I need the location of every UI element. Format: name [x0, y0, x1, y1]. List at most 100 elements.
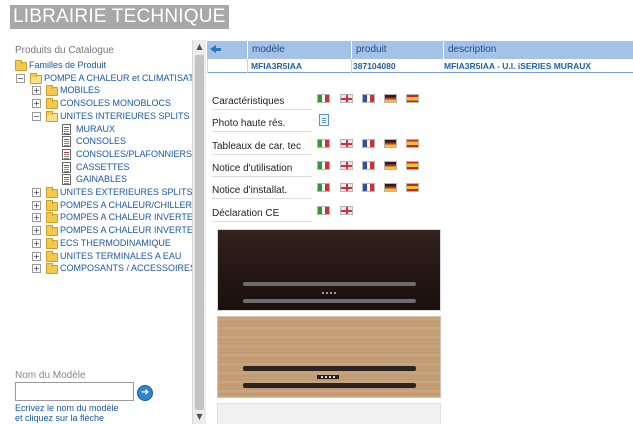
france-flag-icon[interactable]	[362, 160, 375, 170]
uk-flag-icon[interactable]	[340, 183, 353, 193]
tree-item-label[interactable]: Familles de Produit	[29, 59, 106, 72]
uk-flag-icon[interactable]	[340, 138, 353, 148]
italy-flag-icon[interactable]	[317, 138, 330, 148]
catalog-scrollbar[interactable]: ▲ ▼	[192, 40, 206, 424]
scroll-down-icon[interactable]: ▼	[193, 410, 206, 424]
document-label: Déclaration CE	[212, 207, 280, 219]
tree-item-label[interactable]: ECS THERMODINAMIQUE	[60, 237, 171, 250]
document-label: Caractéristiques	[212, 96, 285, 107]
document-label: Tableaux de car. tec	[212, 140, 301, 152]
spain-flag-icon[interactable]	[406, 138, 419, 148]
vent-louver	[243, 282, 416, 286]
folder-icon	[46, 85, 58, 97]
france-flag-icon[interactable]	[362, 94, 375, 103]
expand-icon[interactable]: +	[32, 200, 41, 210]
tree-item-label[interactable]: CASSETTES	[76, 161, 130, 174]
document-row: Caractéristiques	[207, 90, 633, 112]
france-flag-icon[interactable]	[362, 138, 375, 148]
document-row: Tableaux de car. tec	[207, 135, 633, 157]
germany-flag-icon[interactable]	[384, 94, 397, 103]
uk-flag-icon[interactable]	[340, 160, 353, 170]
row-separator	[207, 59, 208, 73]
spain-flag-icon[interactable]	[406, 183, 419, 193]
germany-flag-icon[interactable]	[384, 160, 397, 170]
document-label: Notice d'utilisation	[212, 162, 293, 174]
tree-item-label[interactable]: POMPES A CHALEUR INVERTER	[60, 211, 192, 224]
expand-icon[interactable]: +	[32, 86, 41, 96]
tree-item-label[interactable]: POMPES A CHALEUR/CHILLERS	[60, 199, 192, 212]
italy-flag-icon[interactable]	[317, 205, 330, 215]
model-search-input[interactable]	[15, 382, 134, 401]
row-product[interactable]: 387104080	[353, 59, 396, 73]
document-row: Notice d'installat.	[207, 179, 633, 201]
row-divider	[212, 109, 312, 110]
document-icon	[62, 123, 71, 135]
product-photo-black	[217, 229, 441, 311]
spain-flag-icon[interactable]	[406, 94, 419, 103]
expand-icon[interactable]: +	[32, 213, 41, 223]
scroll-up-icon[interactable]: ▲	[193, 40, 206, 54]
uk-flag-icon[interactable]	[340, 94, 353, 103]
column-description[interactable]: description	[443, 41, 633, 59]
file-icon[interactable]	[319, 114, 329, 127]
tree-item-label[interactable]: COMPOSANTS / ACCESSOIRES	[60, 262, 192, 275]
tree-item-label[interactable]: CONSOLES	[76, 135, 126, 148]
vent-louver	[243, 366, 416, 371]
scrollbar-thumb[interactable]	[195, 55, 204, 410]
tree-item-label[interactable]: UNITES EXTERIEURES SPLITS	[60, 186, 192, 199]
italy-flag-icon[interactable]	[317, 183, 330, 193]
expand-icon[interactable]: +	[32, 99, 41, 109]
folder-icon	[46, 250, 58, 262]
row-separator	[351, 59, 352, 73]
arrow-left-icon[interactable]	[207, 41, 247, 59]
row-separator	[247, 59, 248, 73]
folder-icon	[15, 60, 27, 71]
row-divider	[212, 220, 312, 222]
folder-icon	[46, 98, 58, 110]
result-row[interactable]: MFIA3R5IAA 387104080 MFIA3R5IAA - U.I. i…	[207, 59, 633, 73]
tree-item-label[interactable]: CONSOLES MONOBLOCS	[60, 97, 171, 110]
column-model[interactable]: modèle	[247, 41, 351, 59]
expand-icon[interactable]: +	[32, 188, 41, 197]
folder-icon	[46, 199, 58, 211]
france-flag-icon[interactable]	[362, 183, 375, 193]
app-root: LIBRAIRIE TECHNIQUE Produits du Catalogu…	[0, 0, 633, 424]
folder-icon	[46, 225, 58, 237]
collapse-icon[interactable]: −	[32, 111, 41, 121]
germany-flag-icon[interactable]	[384, 183, 397, 193]
tree-item-label[interactable]: MOBILES	[60, 84, 100, 97]
italy-flag-icon[interactable]	[317, 94, 330, 103]
germany-flag-icon[interactable]	[384, 138, 397, 148]
arrow-right-circle-icon[interactable]: ➜	[137, 385, 153, 401]
model-help-text: Ecrivez le nom du modèle et cliquez sur …	[15, 403, 185, 423]
vent-louver	[243, 299, 416, 303]
tree-item-label[interactable]: CONSOLES/PLAFONNIERS	[76, 148, 192, 161]
collapse-icon[interactable]: −	[16, 73, 25, 83]
help-line-2: et cliquez sur la flèche	[15, 413, 105, 423]
results-header: modèle produit description	[207, 41, 633, 59]
expand-icon[interactable]: +	[32, 226, 41, 236]
app-title: LIBRAIRIE TECHNIQUE	[10, 5, 229, 29]
tree-item-label[interactable]: POMPE A CHALEUR et CLIMATISATION	[44, 72, 192, 85]
italy-flag-icon[interactable]	[317, 160, 330, 170]
document-row: Déclaration CE	[207, 202, 633, 224]
row-description[interactable]: MFIA3R5IAA - U.I. iSERIES MURAUX	[444, 59, 591, 73]
catalog-heading: Produits du Catalogue	[15, 45, 114, 56]
help-line-1: Ecrivez le nom du modèle	[15, 403, 119, 413]
spain-flag-icon[interactable]	[406, 160, 419, 170]
uk-flag-icon[interactable]	[340, 205, 353, 215]
expand-icon[interactable]: +	[32, 264, 41, 274]
column-product[interactable]: produit	[351, 41, 443, 59]
tree-item-label[interactable]: UNITES INTERIEURES SPLITS	[60, 110, 190, 123]
expand-icon[interactable]: +	[32, 251, 41, 261]
tree-item-label[interactable]: GAINABLES	[76, 173, 127, 186]
row-model[interactable]: MFIA3R5IAA	[251, 59, 302, 73]
tree-item-label[interactable]: UNITES TERMINALES A EAU	[60, 250, 181, 263]
folder-open-icon	[46, 110, 58, 122]
document-label: Photo haute rés.	[212, 118, 286, 130]
expand-icon[interactable]: +	[32, 238, 41, 248]
document-icon	[62, 174, 71, 186]
document-icon	[62, 148, 71, 160]
tree-item-label[interactable]: MURAUX	[76, 123, 115, 136]
tree-item-label[interactable]: POMPES A CHALEUR INVERTER	[60, 224, 192, 237]
